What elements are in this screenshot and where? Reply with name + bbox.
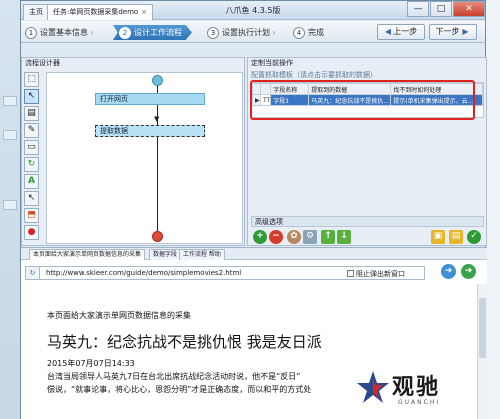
desktop-icon (3, 130, 17, 140)
news-headline[interactable]: 马英九：纪念抗战不是挑仇恨 我是友日派 (47, 331, 467, 352)
wizard-steps: 1 设置基本信息 › 2 设计工作流程 3 设置执行计划 › 4 完成 ◀ 上一步 下一步… (21, 21, 485, 43)
step-number: 3 (207, 27, 219, 39)
step-schedule[interactable]: 3 设置执行计划 › (207, 25, 276, 40)
merge-icon[interactable]: ⬒ (24, 208, 39, 223)
step-label: 设计工作流程 (134, 28, 182, 37)
add-field-icon[interactable]: + (253, 230, 267, 244)
browser-tab-page[interactable]: 本页面给大家演示单网页数据信息的采集 (29, 249, 146, 260)
next-step-button[interactable]: 下一步 ▶ (429, 24, 477, 40)
page-intro: 本页面给大家演示单网页数据信息的采集 (47, 311, 191, 320)
folder-icon[interactable]: ▣ (431, 230, 445, 244)
toggle-icon[interactable]: ▭ (24, 140, 39, 155)
step-basic-info[interactable]: 1 设置基本信息 › (25, 25, 94, 40)
desktop-icon (3, 200, 17, 210)
move-up-icon[interactable]: ↑ (321, 230, 335, 244)
maximize-button[interactable]: □ (430, 1, 452, 17)
flow-arrow-icon: ▼ (154, 115, 160, 123)
flow-canvas[interactable]: 打开网页 ▼ 提取数据 (46, 72, 243, 244)
star-logo-icon (357, 371, 389, 403)
step-finish[interactable]: 4 完成 (293, 25, 324, 40)
pointer-icon[interactable]: ⬚ (24, 72, 39, 87)
browser-tab-workflow[interactable]: 工作流程 帮助 (179, 249, 225, 260)
flow-designer-title: 流程设计器 (25, 59, 60, 67)
watermark-logo: 观驰 GUANCHI (356, 367, 466, 415)
cycle-icon[interactable]: ↻ (24, 157, 39, 172)
settings-field-icon[interactable]: ⚙ (303, 230, 317, 244)
browser-tabs: 本页面给大家演示单网页数据信息的采集 数据字段 工作流程 帮助 (21, 248, 487, 260)
step-arrow-icon: › (90, 28, 94, 37)
flow-end-icon (152, 231, 163, 242)
confirm-icon[interactable]: ✓ (467, 230, 481, 244)
flow-node-label: 提取数据 (100, 127, 128, 135)
block-popup-label: 阻止弹出新窗口 (356, 270, 405, 278)
cursor-icon[interactable]: ↖ (24, 89, 39, 104)
branch-icon[interactable]: ↖ (24, 191, 39, 206)
save-icon[interactable]: ▤ (449, 230, 463, 244)
loop-icon[interactable]: ▤ (24, 106, 39, 121)
app-window: 主页 任务:单网页数据采集demo × 八爪鱼 4.3.5版 — □ ✕ 1 设置基… (20, 0, 487, 419)
close-button[interactable]: ✕ (453, 1, 485, 17)
edit-field-icon[interactable]: ✿ (287, 230, 301, 244)
advanced-options[interactable]: 高级选项 (251, 216, 484, 227)
field-action-bar: + − ✿ ⚙ ↑ ↓ ▣ ▤ ✓ (251, 230, 484, 246)
flow-node-label: 打开网页 (100, 95, 128, 103)
desktop-icon (3, 96, 17, 106)
title-bar: 主页 任务:单网页数据采集demo × 八爪鱼 4.3.5版 — □ ✕ (21, 1, 485, 20)
flow-start-icon (152, 75, 163, 86)
list-icon[interactable]: ✎ (24, 123, 39, 138)
move-down-icon[interactable]: ↓ (337, 230, 351, 244)
highlight-box (250, 80, 475, 120)
step-number: 2 (119, 27, 131, 39)
checkbox-box[interactable] (347, 270, 354, 277)
step-workflow[interactable]: 2 设计工作流程 (113, 25, 192, 40)
scrollbar-thumb[interactable] (479, 298, 486, 358)
next-step-label: 下一步 (435, 27, 460, 36)
arrow-left-icon: ◀ (384, 27, 392, 36)
step-label: 设置执行计划 (222, 28, 270, 37)
desktop-background-left (0, 0, 22, 419)
go-icon[interactable]: ➜ (441, 264, 456, 279)
step-label: 完成 (308, 28, 324, 37)
text-icon[interactable]: A (24, 174, 39, 189)
flow-toolbar: ⬚ ↖ ▤ ✎ ▭ ↻ A ↖ ⬒ ● (24, 72, 41, 242)
watermark-en: GUANCHI (398, 399, 441, 406)
step-arrow-icon: › (272, 28, 276, 37)
delete-field-icon[interactable]: − (269, 230, 283, 244)
flow-node-open-page[interactable]: 打开网页 (95, 93, 205, 105)
arrow-right-icon: ▶ (459, 27, 469, 36)
url-text: http://www.skieer.com/guide/demo/simplem… (46, 269, 242, 277)
flow-designer-panel: 流程设计器 ⬚ ↖ ▤ ✎ ▭ ↻ A ↖ ⬒ ● 打开网页 ▼ 提取数据 (21, 57, 245, 246)
prev-step-label: 上一步 (393, 27, 418, 36)
custom-operation-title: 定制当前操作 (251, 59, 293, 67)
refresh-icon[interactable]: ↻ (25, 266, 40, 280)
step-label: 设置基本信息 (40, 28, 88, 37)
browser-tab-fields[interactable]: 数据字段 (149, 249, 182, 260)
step-number: 4 (293, 27, 305, 39)
block-popup-checkbox[interactable]: 阻止弹出新窗口 (347, 269, 405, 279)
step-number: 1 (25, 27, 37, 39)
browser-scrollbar[interactable] (477, 284, 487, 419)
desktop-background-right (486, 0, 500, 419)
minimize-button[interactable]: — (407, 1, 429, 17)
stop-icon[interactable]: ● (24, 225, 39, 240)
prev-step-button[interactable]: ◀ 上一步 (377, 24, 425, 40)
next-page-icon[interactable]: ➜ (461, 264, 476, 279)
watermark-cn: 观驰 (392, 375, 441, 400)
flow-node-extract-data[interactable]: 提取数据 (95, 125, 205, 137)
